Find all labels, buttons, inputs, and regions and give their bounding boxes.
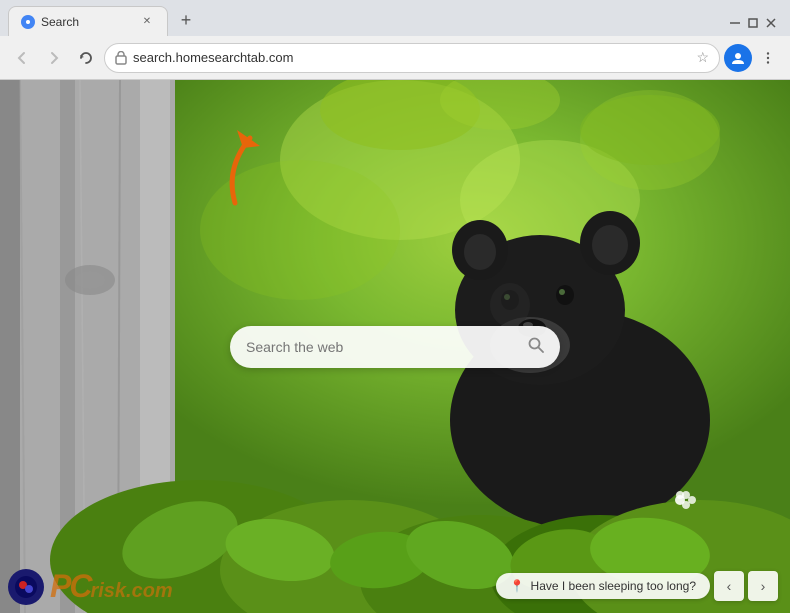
- pcrisk-logo: PC risk.com: [8, 568, 173, 605]
- tab-favicon: [21, 15, 35, 29]
- browser-window: Search ✕ +: [0, 0, 790, 613]
- tab-close-button[interactable]: ✕: [139, 14, 155, 30]
- suggestion-text: Have I been sleeping too long?: [531, 579, 696, 593]
- url-text: search.homesearchtab.com: [133, 50, 690, 65]
- minimize-button[interactable]: [728, 16, 742, 30]
- title-bar: Search ✕ +: [0, 0, 790, 36]
- forward-button[interactable]: [40, 44, 68, 72]
- menu-button[interactable]: [754, 44, 782, 72]
- pcrisk-pc-text: PC: [50, 568, 90, 605]
- browser-toolbar: search.homesearchtab.com ☆: [0, 36, 790, 80]
- suggestion-prev-button[interactable]: ‹: [714, 571, 744, 601]
- bookmark-star-icon[interactable]: ☆: [696, 49, 709, 66]
- browser-tab-active[interactable]: Search ✕: [8, 6, 168, 36]
- back-button[interactable]: [8, 44, 36, 72]
- reload-button[interactable]: [72, 44, 100, 72]
- search-input[interactable]: [246, 339, 520, 355]
- close-button[interactable]: [764, 16, 778, 30]
- pcrisk-wordmark: PC risk.com: [50, 568, 173, 605]
- toolbar-right-buttons: [724, 44, 782, 72]
- address-bar[interactable]: search.homesearchtab.com ☆: [104, 43, 720, 73]
- maximize-button[interactable]: [746, 16, 760, 30]
- pcrisk-icon: [8, 569, 44, 605]
- security-icon: [115, 51, 127, 65]
- tab-strip: Search ✕ +: [0, 6, 716, 36]
- location-icon: 📍: [510, 579, 525, 593]
- search-submit-icon[interactable]: [528, 337, 544, 356]
- new-tab-button[interactable]: +: [172, 6, 200, 34]
- pcrisk-risk-text: risk.com: [90, 580, 172, 603]
- suggestion-pill[interactable]: 📍 Have I been sleeping too long?: [496, 573, 710, 599]
- profile-button[interactable]: [724, 44, 752, 72]
- search-container: [230, 326, 560, 368]
- page-content: 📍 Have I been sleeping too long? ‹ › PC …: [0, 80, 790, 613]
- tab-title: Search: [41, 15, 133, 29]
- window-controls: [716, 16, 790, 36]
- suggestion-next-button[interactable]: ›: [748, 571, 778, 601]
- bottom-bar: 📍 Have I been sleeping too long? ‹ ›: [496, 571, 778, 601]
- search-box[interactable]: [230, 326, 560, 368]
